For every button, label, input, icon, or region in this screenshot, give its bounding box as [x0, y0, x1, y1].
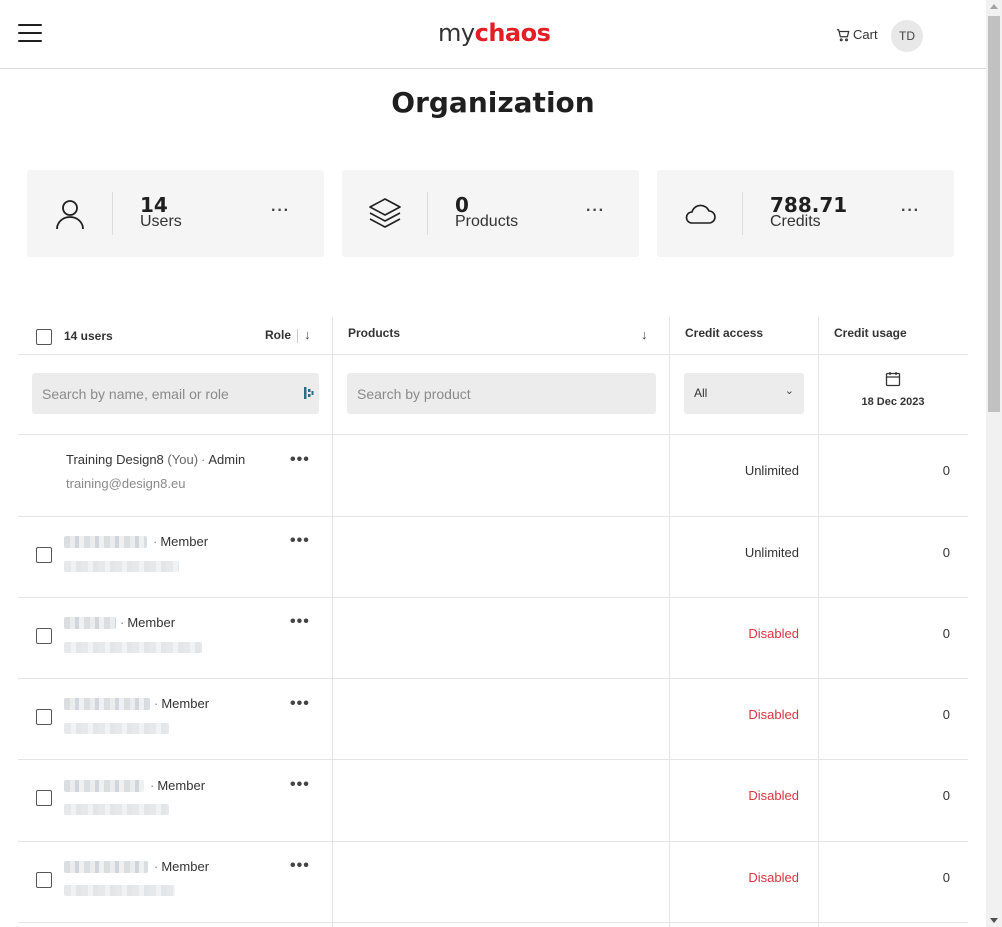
credit-access-select-value: All — [694, 386, 708, 400]
chevron-down-icon: ⌄ — [784, 385, 794, 397]
row-user-email: training@design8.eu — [66, 476, 186, 491]
products-more-button[interactable]: ··· — [586, 202, 605, 220]
layers-icon — [369, 198, 401, 228]
row-credit-access: Disabled — [748, 870, 799, 885]
row-divider — [18, 678, 968, 679]
users-count-header: 14 users — [64, 329, 113, 343]
row-credit-usage: 0 — [942, 463, 950, 478]
row-user-role: · Member — [120, 615, 176, 630]
row-divider — [18, 922, 968, 923]
products-label: Products — [455, 213, 519, 230]
row-user-role: · Member — [154, 859, 210, 874]
row-user-name: Training Design8 (You) · Admin — [66, 452, 246, 467]
credits-stat-card: 788.71 Credits ··· — [657, 170, 954, 257]
redacted-name — [64, 861, 148, 873]
role-sort-arrow-icon[interactable]: ↓ — [304, 327, 311, 342]
header-separator — [297, 329, 298, 343]
row-credit-access: Disabled — [748, 707, 799, 722]
row-checkbox[interactable] — [36, 872, 52, 888]
row-checkbox[interactable] — [36, 547, 52, 563]
row-credit-access: Disabled — [748, 626, 799, 641]
row-credit-usage: 0 — [942, 707, 950, 722]
column-divider — [818, 317, 819, 927]
credits-label: Credits — [770, 213, 821, 230]
card-divider — [742, 192, 743, 235]
cloud-icon — [685, 204, 716, 224]
page-scrollbar[interactable] — [986, 0, 1002, 927]
scroll-up-icon[interactable] — [990, 4, 998, 9]
date-label: 18 Dec 2023 — [861, 396, 925, 408]
row-divider — [18, 434, 968, 435]
redacted-email — [64, 723, 169, 734]
row-credit-usage: 0 — [942, 545, 950, 560]
user-search-input[interactable] — [32, 373, 319, 414]
credits-more-button[interactable]: ··· — [901, 202, 920, 220]
row-user-role: · Member — [150, 778, 206, 793]
cart-icon — [836, 28, 850, 41]
row-checkbox[interactable] — [36, 709, 52, 725]
row-divider — [18, 354, 968, 355]
row-more-button[interactable]: ••• — [290, 451, 310, 469]
page-title: Organization — [391, 86, 595, 119]
cart-button[interactable]: Cart — [836, 27, 878, 42]
row-user-role: · Member — [153, 534, 209, 549]
row-more-button[interactable]: ••• — [290, 776, 310, 794]
redacted-email — [64, 804, 169, 815]
products-sort-arrow-icon[interactable]: ↓ — [641, 327, 648, 342]
scroll-down-icon[interactable] — [990, 918, 998, 923]
credit-access-select[interactable]: All ⌄ — [684, 373, 804, 414]
row-credit-usage: 0 — [942, 626, 950, 641]
credit-access-header: Credit access — [685, 326, 764, 340]
redacted-email — [64, 885, 175, 896]
top-bar: mychaos Cart TD — [0, 0, 986, 69]
cart-label: Cart — [853, 27, 878, 42]
row-checkbox[interactable] — [36, 790, 52, 806]
row-checkbox[interactable] — [36, 628, 52, 644]
product-search-input[interactable] — [347, 373, 656, 414]
row-more-button[interactable]: ••• — [290, 695, 310, 713]
users-label: Users — [140, 213, 182, 230]
calendar-icon — [885, 372, 901, 387]
row-more-button[interactable]: ••• — [290, 532, 310, 550]
row-credit-usage: 0 — [942, 788, 950, 803]
scrollbar-thumb[interactable] — [988, 16, 1000, 412]
redacted-name — [64, 617, 116, 629]
card-divider — [427, 192, 428, 235]
redacted-name — [64, 698, 150, 710]
row-divider — [18, 516, 968, 517]
row-divider — [18, 759, 968, 760]
row-divider — [18, 841, 968, 842]
avatar[interactable]: TD — [891, 20, 923, 52]
redacted-name — [64, 780, 144, 792]
credit-usage-header: Credit usage — [834, 326, 907, 340]
password-manager-icon[interactable] — [303, 386, 314, 400]
row-credit-usage: 0 — [942, 870, 950, 885]
products-stat-card: 0 Products ··· — [342, 170, 639, 257]
user-icon — [56, 200, 84, 230]
users-more-button[interactable]: ··· — [271, 202, 290, 220]
hamburger-menu-icon[interactable] — [18, 24, 42, 42]
select-all-checkbox[interactable] — [36, 329, 52, 345]
row-user-role: · Member — [154, 696, 210, 711]
row-credit-access: Unlimited — [744, 463, 799, 478]
redacted-email — [64, 642, 202, 653]
mychaos-logo[interactable]: mychaos — [438, 19, 551, 47]
row-credit-access: Unlimited — [744, 545, 799, 560]
products-header[interactable]: Products — [348, 326, 400, 340]
row-credit-access: Disabled — [748, 788, 799, 803]
users-stat-card: 14 Users ··· — [27, 170, 324, 257]
redacted-name — [64, 536, 147, 548]
row-more-button[interactable]: ••• — [290, 613, 310, 631]
column-divider — [669, 317, 670, 927]
role-header[interactable]: Role — [265, 328, 291, 342]
redacted-email — [64, 561, 179, 572]
row-divider — [18, 597, 968, 598]
column-divider — [332, 317, 333, 927]
card-divider — [112, 192, 113, 235]
date-picker[interactable]: 18 Dec 2023 — [819, 371, 967, 408]
row-more-button[interactable]: ••• — [290, 857, 310, 875]
